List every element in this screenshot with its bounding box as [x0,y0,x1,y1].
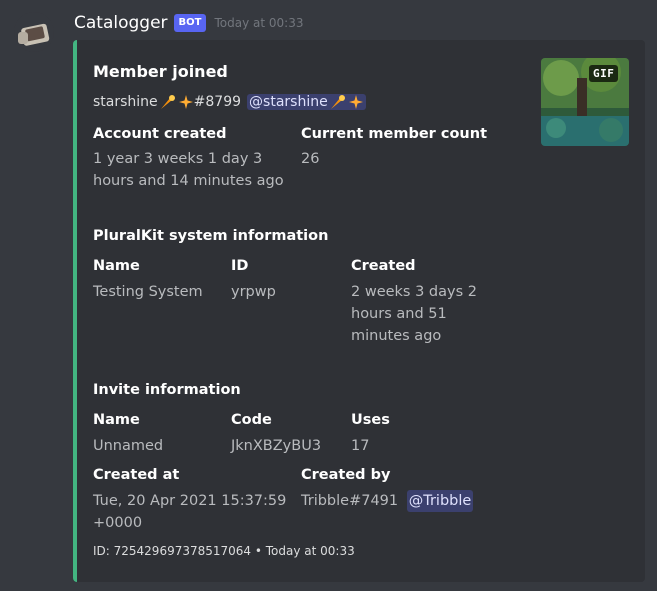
field-name-system-name: Name [93,258,140,274]
field-value-system-created: 2 weeks 3 days 2 hours and 51 minutes ag… [351,284,477,344]
field-name-account-created: Account created [93,126,227,142]
message-timestamp[interactable]: Today at 00:33 [214,16,303,30]
section-invite-information: Invite information [93,382,241,398]
bot-badge: BOT [173,14,207,32]
message-header: Catalogger BOT Today at 00:33 [74,10,303,36]
field-value-member-count: 26 [301,151,320,167]
field-name-invite-name: Name [93,412,140,428]
username[interactable]: Catalogger [74,13,168,33]
field-value-account-created: 1 year 3 weeks 1 day 3 hours and 14 minu… [93,151,284,189]
sparkles-emoji-icon [178,94,194,110]
field-name-created-by: Created by [301,467,391,483]
user-discriminator: #8799 [193,94,242,110]
field-value-system-name: Testing System [93,284,203,300]
field-name-invite-uses: Uses [351,412,390,428]
field-value-system-id: yrpwp [231,284,276,300]
embed-footer: ID: 725429697378517064 • Today at 00:33 [93,544,355,558]
field-name-invite-code: Code [231,412,272,428]
field-value-invite-name: Unnamed [93,438,164,454]
gif-badge: GIF [589,65,619,82]
embed-thumbnail[interactable]: GIF [541,58,629,146]
field-value-invite-uses: 17 [351,438,370,454]
field-name-member-count: Current member count [301,126,488,142]
embed-description: starshine #8799 @starshine [93,94,366,110]
embed-title: Member joined [93,62,228,81]
sparkles-emoji-icon [348,94,364,110]
bot-avatar[interactable] [14,12,54,52]
field-value-created-at: Tue, 20 Apr 2021 15:37:59 +0000 [93,493,287,531]
field-name-system-created: Created [351,258,416,274]
comet-emoji-icon [330,94,346,110]
field-name-system-id: ID [231,258,249,274]
creator-tag: Tribble#7491 [301,493,399,509]
section-pluralkit-system: PluralKit system information [93,228,329,244]
comet-emoji-icon [160,94,176,110]
user-mention[interactable]: @starshine [247,94,366,110]
field-value-created-by: Tribble#7491 @Tribble [301,490,474,512]
user-mention-label: @starshine [249,94,328,110]
creator-mention[interactable]: @Tribble [406,490,474,512]
field-name-created-at: Created at [93,467,180,483]
field-value-invite-code: JknXBZyBU3 [231,438,322,454]
user-tag-name: starshine [93,94,158,110]
embed: Member joined starshine #8799 @starshine [73,40,645,582]
